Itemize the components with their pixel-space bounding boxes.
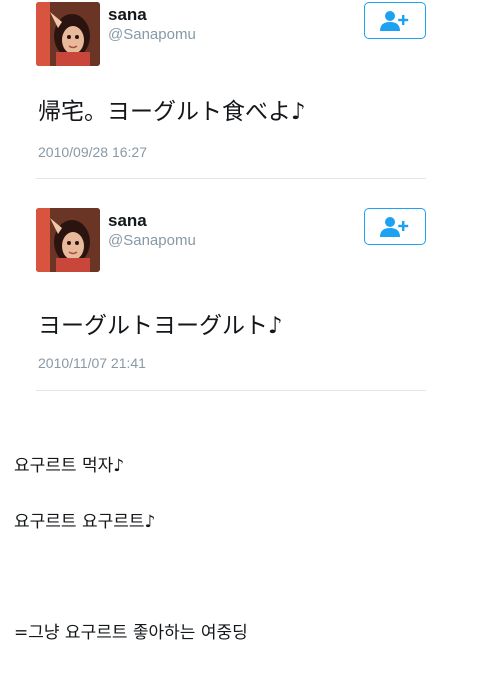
follow-user-icon [380, 216, 409, 237]
divider [36, 390, 426, 391]
caption-translation-2: 요구르트 요구르트♪ [14, 512, 156, 532]
divider [36, 178, 426, 179]
tweet-timestamp[interactable]: 2010/09/28 16:27 [38, 143, 147, 161]
display-name[interactable]: sana [108, 5, 147, 25]
avatar[interactable] [36, 208, 100, 272]
follow-user-icon [380, 10, 409, 31]
avatar-photo [36, 208, 100, 272]
tweet-timestamp[interactable]: 2010/11/07 21:41 [38, 354, 146, 372]
caption-comment: =그냥 요구르트 좋아하는 여중딩 [14, 623, 248, 643]
user-handle[interactable]: @Sanapomu [108, 26, 196, 44]
follow-button[interactable] [364, 208, 426, 245]
tweet-card: sana @Sanapomu ヨーグルトヨーグルト♪ 2010/11/07 21… [0, 206, 500, 392]
follow-button[interactable] [364, 2, 426, 39]
user-handle[interactable]: @Sanapomu [108, 232, 196, 250]
tweet-card: sana @Sanapomu 帰宅。ヨーグルト食べよ♪ 2010/09/28 1… [0, 0, 500, 180]
tweet-text: ヨーグルトヨーグルト♪ [38, 313, 283, 339]
tweet-text: 帰宅。ヨーグルト食べよ♪ [38, 99, 306, 125]
avatar[interactable] [36, 2, 100, 66]
display-name[interactable]: sana [108, 211, 147, 231]
caption-translation-1: 요구르트 먹자♪ [14, 456, 125, 476]
avatar-photo [36, 2, 100, 66]
